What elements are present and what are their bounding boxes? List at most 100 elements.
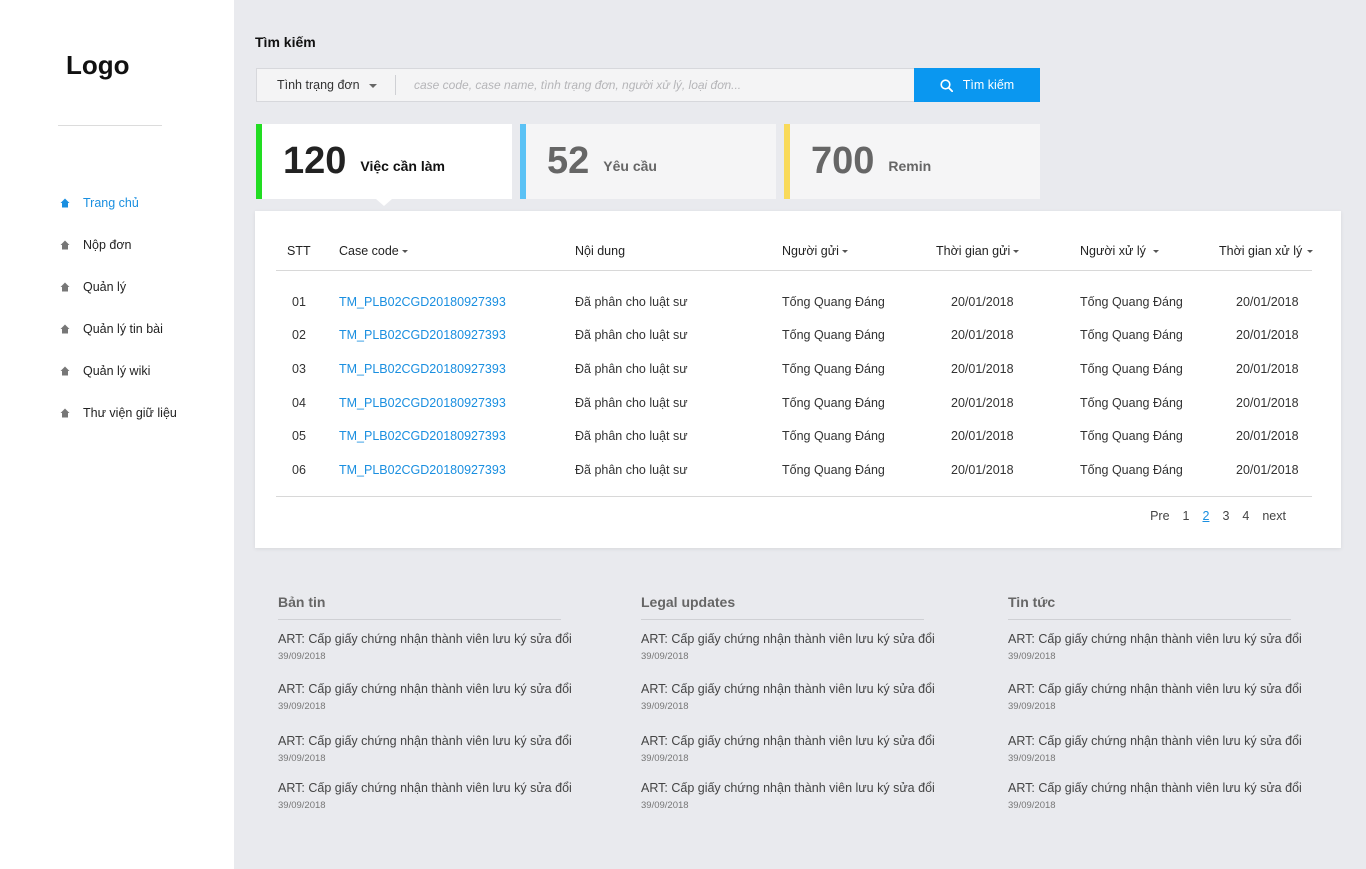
column-header-case-code[interactable]: Case code bbox=[339, 244, 408, 258]
cell-thoi-gian-gui: 20/01/2018 bbox=[951, 328, 1014, 342]
news-item[interactable]: ART: Cấp giấy chứng nhận thành viên lưu … bbox=[641, 632, 935, 662]
cell-stt: 03 bbox=[292, 362, 306, 376]
news-date: 39/09/2018 bbox=[641, 753, 689, 764]
status-filter-select[interactable]: Tình trạng đơn bbox=[257, 69, 395, 101]
news-item[interactable]: ART: Cấp giấy chứng nhận thành viên lưu … bbox=[641, 781, 935, 811]
table-row[interactable]: 06 TM_PLB02CGD20180927393 Đã phân cho lu… bbox=[276, 463, 1312, 483]
cases-table-panel: STT Case code Nội dung Người gửi Thời gi… bbox=[255, 211, 1341, 548]
table-row[interactable]: 02 TM_PLB02CGD20180927393 Đã phân cho lu… bbox=[276, 328, 1312, 348]
sort-caret-icon bbox=[1013, 250, 1020, 254]
cell-stt: 02 bbox=[292, 328, 306, 342]
pagination-page-2[interactable]: 2 bbox=[1203, 509, 1210, 523]
cell-noi-dung: Đã phân cho luật sư bbox=[575, 396, 688, 410]
sidebar-item-thu-vien[interactable]: Thư viện giữ liệu bbox=[60, 392, 177, 434]
news-item[interactable]: ART: Cấp giấy chứng nhận thành viên lưu … bbox=[641, 734, 935, 764]
sidebar-item-trang-chu[interactable]: Trang chủ bbox=[60, 182, 177, 224]
news-item[interactable]: ART: Cấp giấy chứng nhận thành viên lưu … bbox=[1008, 682, 1302, 712]
table-row[interactable]: 03 TM_PLB02CGD20180927393 Đã phân cho lu… bbox=[276, 362, 1312, 382]
news-headline[interactable]: ART: Cấp giấy chứng nhận thành viên lưu … bbox=[278, 682, 572, 696]
cell-noi-dung: Đã phân cho luật sư bbox=[575, 295, 688, 309]
pagination-next[interactable]: next bbox=[1262, 509, 1286, 523]
news-item[interactable]: ART: Cấp giấy chứng nhận thành viên lưu … bbox=[278, 734, 572, 764]
sidebar-item-nop-don[interactable]: Nộp đơn bbox=[60, 224, 177, 266]
cell-noi-dung: Đã phân cho luật sư bbox=[575, 362, 688, 376]
sidebar-item-quan-ly-tin-bai[interactable]: Quản lý tin bài bbox=[60, 308, 177, 350]
logo[interactable]: Logo bbox=[66, 50, 130, 81]
news-column-ban-tin: Bản tin ART: Cấp giấy chứng nhận thành v… bbox=[278, 594, 572, 811]
table-header: STT Case code Nội dung Người gửi Thời gi… bbox=[276, 240, 1314, 271]
news-item[interactable]: ART: Cấp giấy chứng nhận thành viên lưu … bbox=[278, 682, 572, 712]
news-item[interactable]: ART: Cấp giấy chứng nhận thành viên lưu … bbox=[1008, 734, 1302, 764]
news-headline[interactable]: ART: Cấp giấy chứng nhận thành viên lưu … bbox=[641, 682, 935, 696]
news-headline[interactable]: ART: Cấp giấy chứng nhận thành viên lưu … bbox=[1008, 734, 1302, 748]
cell-thoi-gian-xu-ly: 20/01/2018 bbox=[1236, 295, 1299, 309]
news-item[interactable]: ART: Cấp giấy chứng nhận thành viên lưu … bbox=[1008, 781, 1302, 811]
news-headline[interactable]: ART: Cấp giấy chứng nhận thành viên lưu … bbox=[641, 781, 935, 795]
news-headline[interactable]: ART: Cấp giấy chứng nhận thành viên lưu … bbox=[1008, 682, 1302, 696]
cell-thoi-gian-xu-ly: 20/01/2018 bbox=[1236, 328, 1299, 342]
column-header-nguoi-xu-ly[interactable]: Người xử lý bbox=[1080, 244, 1159, 258]
cell-nguoi-gui: Tống Quang Đáng bbox=[782, 328, 885, 342]
news-headline[interactable]: ART: Cấp giấy chứng nhận thành viên lưu … bbox=[278, 781, 572, 795]
search-button[interactable]: Tìm kiếm bbox=[914, 68, 1040, 102]
search-icon bbox=[940, 78, 953, 92]
cell-case-code-link[interactable]: TM_PLB02CGD20180927393 bbox=[339, 328, 506, 342]
table-row[interactable]: 05 TM_PLB02CGD20180927393 Đã phân cho lu… bbox=[276, 429, 1312, 449]
column-header-nguoi-gui[interactable]: Người gửi bbox=[782, 244, 848, 258]
pagination-prev[interactable]: Pre bbox=[1150, 509, 1169, 523]
news-column-title: Legal updates bbox=[641, 594, 924, 620]
sidebar-item-quan-ly-wiki[interactable]: Quản lý wiki bbox=[60, 350, 177, 392]
pagination-page-1[interactable]: 1 bbox=[1183, 509, 1190, 523]
cell-nguoi-xu-ly: Tống Quang Đáng bbox=[1080, 362, 1183, 376]
news-date: 39/09/2018 bbox=[278, 651, 326, 662]
stat-card-yeu-cau[interactable]: 52 Yêu cầu bbox=[520, 124, 776, 199]
news-item[interactable]: ART: Cấp giấy chứng nhận thành viên lưu … bbox=[278, 781, 572, 811]
cell-nguoi-xu-ly: Tống Quang Đáng bbox=[1080, 295, 1183, 309]
cell-case-code-link[interactable]: TM_PLB02CGD20180927393 bbox=[339, 463, 506, 477]
sort-caret-icon bbox=[841, 250, 848, 254]
stat-card-remin[interactable]: 700 Remin bbox=[784, 124, 1040, 199]
sidebar-item-label: Quản lý tin bài bbox=[83, 322, 163, 336]
news-date: 39/09/2018 bbox=[641, 651, 689, 662]
sidebar-item-label: Trang chủ bbox=[83, 196, 139, 210]
table-row[interactable]: 01 TM_PLB02CGD20180927393 Đã phân cho lu… bbox=[276, 295, 1312, 315]
news-headline[interactable]: ART: Cấp giấy chứng nhận thành viên lưu … bbox=[1008, 632, 1302, 646]
sidebar-item-quan-ly[interactable]: Quản lý bbox=[60, 266, 177, 308]
pagination-page-3[interactable]: 3 bbox=[1222, 509, 1229, 523]
cell-thoi-gian-gui: 20/01/2018 bbox=[951, 396, 1014, 410]
cell-thoi-gian-gui: 20/01/2018 bbox=[951, 429, 1014, 443]
stat-card-viec-can-lam[interactable]: 120 Việc cần làm bbox=[256, 124, 512, 206]
news-date: 39/09/2018 bbox=[278, 701, 326, 712]
news-headline[interactable]: ART: Cấp giấy chứng nhận thành viên lưu … bbox=[641, 734, 935, 748]
column-header-thoi-gian-xu-ly[interactable]: Thời gian xử lý bbox=[1219, 244, 1314, 258]
cell-case-code-link[interactable]: TM_PLB02CGD20180927393 bbox=[339, 396, 506, 410]
pagination-page-4[interactable]: 4 bbox=[1242, 509, 1249, 523]
news-headline[interactable]: ART: Cấp giấy chứng nhận thành viên lưu … bbox=[278, 734, 572, 748]
cell-case-code-link[interactable]: TM_PLB02CGD20180927393 bbox=[339, 429, 506, 443]
news-item[interactable]: ART: Cấp giấy chứng nhận thành viên lưu … bbox=[278, 632, 572, 662]
cell-case-code-link[interactable]: TM_PLB02CGD20180927393 bbox=[339, 362, 506, 376]
search-input[interactable] bbox=[396, 69, 914, 101]
news-headline[interactable]: ART: Cấp giấy chứng nhận thành viên lưu … bbox=[278, 632, 572, 646]
sidebar-item-label: Nộp đơn bbox=[83, 238, 132, 252]
cell-nguoi-gui: Tống Quang Đáng bbox=[782, 463, 885, 477]
cell-noi-dung: Đã phân cho luật sư bbox=[575, 328, 688, 342]
cell-case-code-link[interactable]: TM_PLB02CGD20180927393 bbox=[339, 295, 506, 309]
table-row[interactable]: 04 TM_PLB02CGD20180927393 Đã phân cho lu… bbox=[276, 396, 1312, 416]
news-item[interactable]: ART: Cấp giấy chứng nhận thành viên lưu … bbox=[641, 682, 935, 712]
news-column-title: Bản tin bbox=[278, 594, 561, 620]
cell-thoi-gian-xu-ly: 20/01/2018 bbox=[1236, 362, 1299, 376]
active-card-pointer bbox=[376, 199, 392, 206]
card-number: 120 bbox=[283, 140, 347, 182]
news-column-title: Tin tức bbox=[1008, 594, 1291, 620]
news-headline[interactable]: ART: Cấp giấy chứng nhận thành viên lưu … bbox=[1008, 781, 1302, 795]
cell-thoi-gian-xu-ly: 20/01/2018 bbox=[1236, 396, 1299, 410]
news-date: 39/09/2018 bbox=[1008, 753, 1056, 764]
cell-nguoi-xu-ly: Tống Quang Đáng bbox=[1080, 429, 1183, 443]
column-header-thoi-gian-gui[interactable]: Thời gian gửi bbox=[936, 244, 1020, 258]
news-item[interactable]: ART: Cấp giấy chứng nhận thành viên lưu … bbox=[1008, 632, 1302, 662]
news-headline[interactable]: ART: Cấp giấy chứng nhận thành viên lưu … bbox=[641, 632, 935, 646]
cell-nguoi-xu-ly: Tống Quang Đáng bbox=[1080, 463, 1183, 477]
home-icon bbox=[60, 408, 70, 418]
status-filter-label: Tình trạng đơn bbox=[277, 78, 360, 92]
